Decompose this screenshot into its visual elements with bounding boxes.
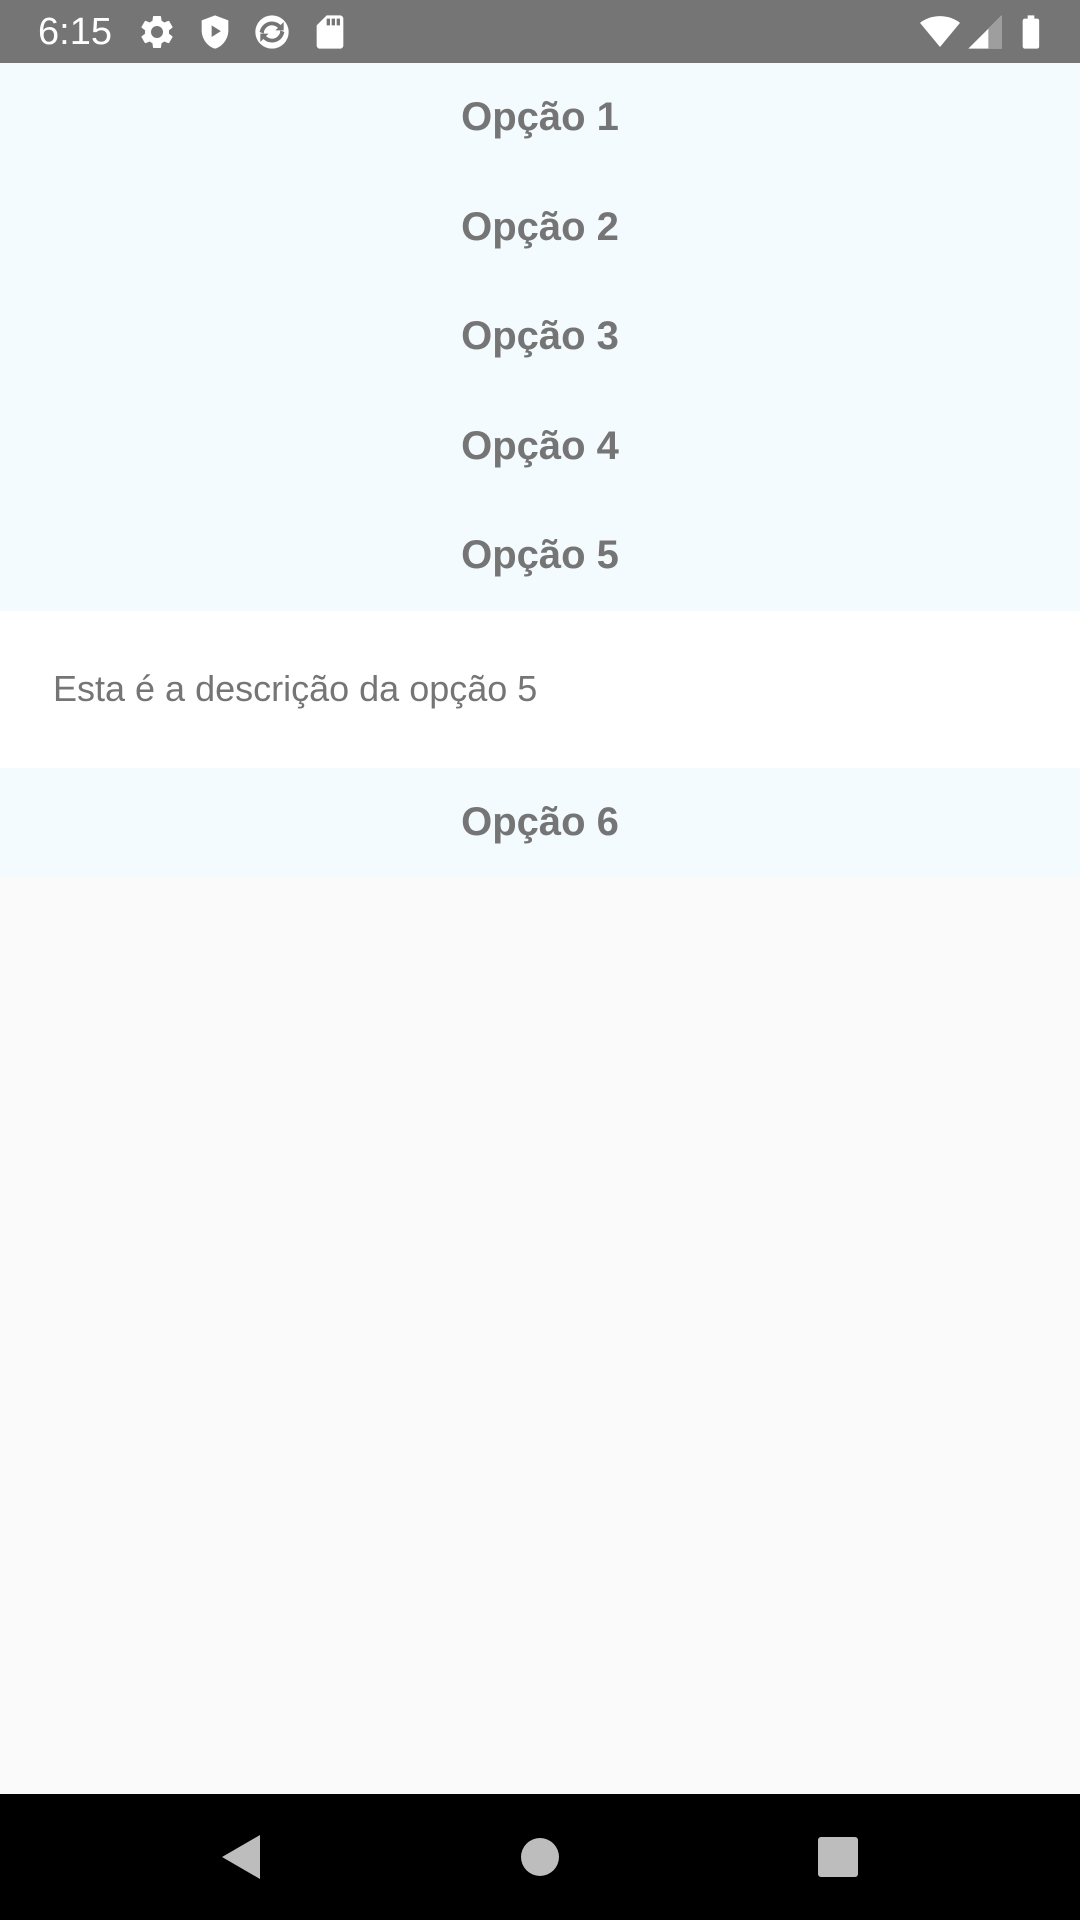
option-header-3[interactable]: Opção 3 <box>0 282 1080 392</box>
status-bar: 6:15 <box>0 0 1080 63</box>
option-title: Opção 1 <box>461 95 619 140</box>
navigation-bar <box>0 1794 1080 1920</box>
back-button[interactable] <box>200 1817 280 1897</box>
sync-app-icon <box>252 12 292 52</box>
option-header-5[interactable]: Opção 5 <box>0 501 1080 611</box>
option-title: Opção 3 <box>461 314 619 359</box>
signal-icon <box>965 12 1005 52</box>
option-header-4[interactable]: Opção 4 <box>0 391 1080 501</box>
recents-button[interactable] <box>798 1817 878 1897</box>
option-description-5: Esta é a descrição da opção 5 <box>0 610 1080 768</box>
recents-icon <box>818 1837 858 1877</box>
sd-card-icon <box>310 12 350 52</box>
option-header-1[interactable]: Opção 1 <box>0 63 1080 173</box>
home-button[interactable] <box>500 1817 580 1897</box>
back-icon <box>222 1835 260 1879</box>
option-title: Opção 4 <box>461 423 619 468</box>
battery-icon <box>1011 12 1051 52</box>
shield-play-icon <box>195 12 235 52</box>
accordion-list: Opção 1 Opção 2 Opção 3 Opção 4 Opção 5 … <box>0 63 1080 877</box>
option-title: Opção 6 <box>461 799 619 844</box>
home-icon <box>521 1838 559 1876</box>
gear-icon <box>137 12 177 52</box>
option-description-text: Esta é a descrição da opção 5 <box>53 668 538 709</box>
option-title: Opção 2 <box>461 204 619 249</box>
option-header-6[interactable]: Opção 6 <box>0 767 1080 877</box>
wifi-icon <box>920 12 960 52</box>
option-title: Opção 5 <box>461 533 619 578</box>
option-header-2[interactable]: Opção 2 <box>0 172 1080 282</box>
status-time: 6:15 <box>38 11 112 53</box>
